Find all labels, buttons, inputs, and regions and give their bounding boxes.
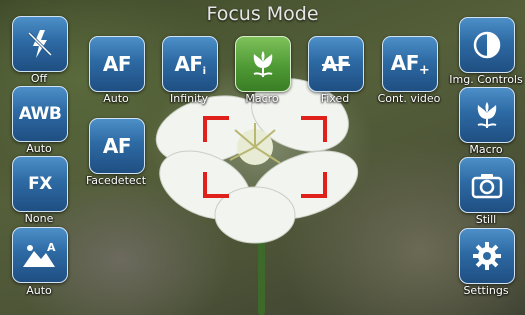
focus-macro-label: Macro (245, 92, 279, 105)
contrast-circle-icon (473, 31, 501, 59)
scene-mode-label: Auto (26, 284, 52, 297)
fx-glyph: FX (28, 174, 52, 194)
focus-bracket-bottom-left (203, 172, 229, 198)
svg-text:A: A (47, 241, 56, 254)
focus-auto-button[interactable]: AF (89, 36, 145, 92)
focus-fixed-button[interactable]: AF (308, 36, 364, 92)
focus-infinity-button[interactable]: AFi (162, 36, 218, 92)
focus-continuous-video-button[interactable]: AF+ (382, 36, 438, 92)
flash-label: Off (30, 72, 48, 85)
focus-bracket-top-left (203, 116, 229, 142)
macro-tulip-icon (477, 102, 497, 128)
awb-glyph: AWB (18, 104, 62, 124)
dialog-title: Focus Mode (206, 3, 319, 25)
af-continuous-glyph: AF+ (390, 50, 430, 78)
focus-infinity-label: Infinity (170, 92, 208, 105)
focus-facedetect-label: Facedetect (85, 174, 147, 187)
flash-button[interactable] (12, 16, 68, 72)
color-effect-label: None (24, 212, 54, 225)
image-controls-label: Img. Controls (449, 73, 523, 86)
camera-viewfinder[interactable]: Focus Mode Off AWB Auto FX None A Auto A… (0, 0, 525, 315)
scene-mode-button[interactable]: A (12, 227, 68, 283)
af-infinity-glyph: AFi (174, 51, 206, 77)
af-fixed-glyph: AF (321, 52, 351, 76)
color-effect-button[interactable]: FX (12, 156, 68, 212)
settings-label: Settings (463, 284, 509, 297)
focus-auto-label: Auto (103, 92, 129, 105)
af-facedetect-glyph: AF (102, 134, 132, 158)
macro-tulip-icon (253, 51, 273, 77)
focus-bracket-bottom-right (301, 172, 327, 198)
scene-mountains-auto-icon: A (23, 241, 56, 267)
focus-continuous-video-label: Cont. video (377, 92, 441, 105)
focus-fixed-label: Fixed (320, 92, 350, 105)
settings-button[interactable] (459, 228, 515, 284)
still-capture-label: Still (475, 213, 497, 226)
camera-icon (471, 174, 503, 199)
macro-shortcut-label: Macro (469, 143, 503, 156)
still-capture-button[interactable] (459, 157, 515, 213)
focus-macro-button[interactable] (235, 36, 291, 92)
af-glyph: AF (102, 52, 132, 76)
white-balance-label: Auto (26, 142, 52, 155)
focus-bracket-top-right (301, 116, 327, 142)
macro-shortcut-button[interactable] (459, 87, 515, 143)
gear-icon (473, 242, 501, 270)
focus-facedetect-button[interactable]: AF (89, 118, 145, 174)
white-balance-button[interactable]: AWB (12, 86, 68, 142)
flash-off-icon (27, 30, 53, 58)
image-controls-button[interactable] (459, 17, 515, 73)
